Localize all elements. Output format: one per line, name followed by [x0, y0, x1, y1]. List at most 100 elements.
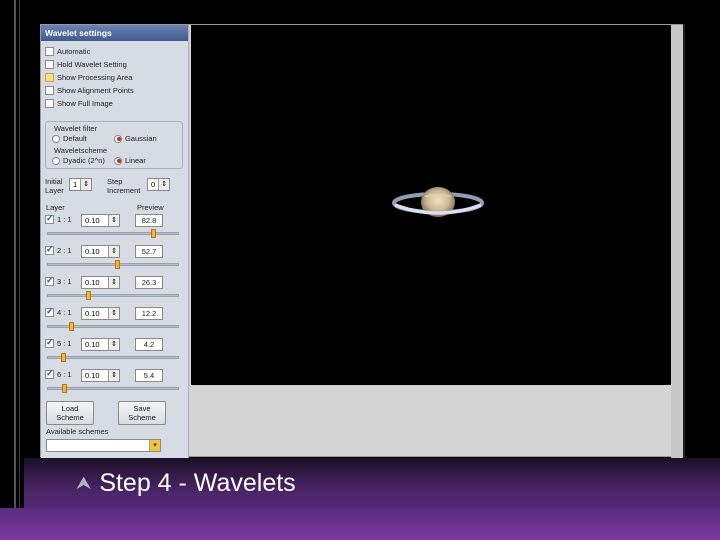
layer-checkbox[interactable]: 1 : 1 [45, 213, 72, 224]
button-line: Load [61, 404, 79, 413]
panel-title: Wavelet settings [41, 25, 188, 41]
wavelet-settings-panel: Wavelet settings Automatic Hold Wavelet … [41, 25, 189, 458]
checkbox-box[interactable] [45, 47, 54, 56]
radio-button[interactable] [52, 156, 60, 165]
initial-layer-spinner[interactable]: 1 ⇕ [69, 178, 93, 191]
radio-label: Default [63, 134, 87, 143]
layer-name: 4 : 1 [57, 308, 72, 317]
available-schemes-select[interactable]: ▾ [46, 439, 161, 452]
step-increment-label: Step Increment [107, 177, 141, 195]
checkbox-box[interactable] [45, 213, 54, 224]
layer-slider[interactable] [47, 322, 179, 331]
layer-slider[interactable] [47, 384, 179, 393]
slider-thumb[interactable] [62, 384, 67, 393]
spinner-value[interactable]: 0.10 [82, 216, 108, 225]
step-increment-spinner[interactable]: 0 ⇕ [147, 178, 171, 191]
radio-button[interactable] [52, 134, 60, 143]
checkbox-box[interactable] [45, 73, 54, 82]
checkbox-show-full-image[interactable]: Show Full Image [45, 99, 113, 108]
checkbox-automatic[interactable]: Automatic [45, 47, 90, 56]
layer-amount-spinner[interactable]: 0.10 ⇕ [81, 276, 120, 289]
layer-amount-spinner[interactable]: 0.10 ⇕ [81, 307, 120, 320]
layer-slider[interactable] [47, 229, 179, 238]
layer-amount-spinner[interactable]: 0.10 ⇕ [81, 369, 120, 382]
radio-button[interactable] [114, 156, 122, 165]
checkbox-show-processing-area[interactable]: Show Processing Area [45, 73, 132, 82]
radio-scheme-linear[interactable]: Linear [114, 156, 146, 165]
checkbox-show-alignment-points[interactable]: Show Alignment Points [45, 86, 134, 95]
layer-checkbox[interactable]: 6 : 1 [45, 368, 72, 379]
bullet-arrow-icon: ⮝ [76, 473, 92, 493]
layer-amount-spinner[interactable]: 0.10 ⇕ [81, 214, 120, 227]
layer-checkbox[interactable]: 4 : 1 [45, 306, 72, 317]
checkbox-box[interactable] [45, 60, 54, 69]
radio-scheme-dyadic[interactable]: Dyadic (2^n) [52, 156, 105, 165]
button-line: Scheme [128, 413, 156, 422]
radio-filter-default[interactable]: Default [52, 134, 87, 143]
slide-left-rule [14, 0, 16, 540]
window-right-edge [671, 25, 683, 458]
spinner-value[interactable]: 1 [70, 180, 80, 189]
slide-caption: ⮝ Step 4 - Wavelets [76, 469, 296, 498]
spinner-value[interactable]: 0.10 [82, 340, 108, 349]
checkbox-label: Show Processing Area [57, 73, 133, 82]
layer-slider[interactable] [47, 260, 179, 269]
slider-thumb[interactable] [151, 229, 156, 238]
spinner-arrows-icon[interactable]: ⇕ [158, 179, 170, 190]
registax-window: Wavelet settings Automatic Hold Wavelet … [40, 24, 683, 458]
wavelet-scheme-text: Waveletscheme [54, 146, 108, 155]
spinner-arrows-icon[interactable]: ⇕ [108, 215, 119, 226]
layer-name: 3 : 1 [57, 277, 72, 286]
spinner-arrows-icon[interactable]: ⇕ [108, 246, 119, 257]
radio-filter-gaussian[interactable]: Gaussian [114, 134, 157, 143]
spinner-value[interactable]: 0 [148, 180, 158, 189]
layer-preview-value: 4.2 [135, 338, 163, 351]
load-scheme-button[interactable]: Load Scheme [46, 401, 94, 425]
save-scheme-button[interactable]: Save Scheme [118, 401, 166, 425]
radio-label: Dyadic (2^n) [63, 156, 105, 165]
layer-name: 5 : 1 [57, 339, 72, 348]
checkbox-box[interactable] [45, 244, 54, 255]
slider-thumb[interactable] [115, 260, 120, 269]
caption-text: Step 4 - Wavelets [99, 469, 296, 497]
checkbox-hold-wavelet[interactable]: Hold Wavelet Setting [45, 60, 127, 69]
spinner-arrows-icon[interactable]: ⇕ [108, 277, 119, 288]
wavelet-filter-label: Wavelet filter [54, 124, 97, 133]
spinner-value[interactable]: 0.10 [82, 278, 108, 287]
slide-left-rule-thin [19, 0, 20, 540]
checkbox-label: Show Full Image [57, 99, 113, 108]
layer-checkbox[interactable]: 2 : 1 [45, 244, 72, 255]
layer-checkbox[interactable]: 5 : 1 [45, 337, 72, 348]
button-line: Scheme [56, 413, 84, 422]
layer-slider[interactable] [47, 291, 179, 300]
slider-thumb[interactable] [69, 322, 74, 331]
wavelet-filter-text: Wavelet filter [54, 124, 98, 133]
spinner-arrows-icon[interactable]: ⇕ [108, 370, 119, 381]
checkbox-box[interactable] [45, 99, 54, 108]
checkbox-box[interactable] [45, 368, 54, 379]
spinner-value[interactable]: 0.10 [82, 247, 108, 256]
radio-button[interactable] [114, 134, 122, 143]
slider-thumb[interactable] [86, 291, 91, 300]
spinner-value[interactable]: 0.10 [82, 371, 108, 380]
wavelet-options-group: Wavelet filter Default Gaussian Wavelets… [45, 121, 183, 169]
layer-preview-value: 52.7 [135, 245, 163, 258]
layer-amount-spinner[interactable]: 0.10 ⇕ [81, 245, 120, 258]
checkbox-label: Show Alignment Points [57, 86, 134, 95]
spinner-arrows-icon[interactable]: ⇕ [108, 308, 119, 319]
checkbox-box[interactable] [45, 337, 54, 348]
slider-thumb[interactable] [61, 353, 66, 362]
checkbox-box[interactable] [45, 86, 54, 95]
spinner-value[interactable]: 0.10 [82, 309, 108, 318]
spinner-arrows-icon[interactable]: ⇕ [80, 179, 92, 190]
checkbox-box[interactable] [45, 306, 54, 317]
spinner-arrows-icon[interactable]: ⇕ [108, 339, 119, 350]
chevron-down-icon[interactable]: ▾ [149, 440, 160, 451]
slide-right-rule [683, 24, 685, 458]
layer-slider[interactable] [47, 353, 179, 362]
saturn-image-viewport[interactable] [191, 25, 671, 385]
layer-checkbox[interactable]: 3 : 1 [45, 275, 72, 286]
layer-amount-spinner[interactable]: 0.10 ⇕ [81, 338, 120, 351]
preview-header: Preview [137, 203, 164, 212]
checkbox-box[interactable] [45, 275, 54, 286]
